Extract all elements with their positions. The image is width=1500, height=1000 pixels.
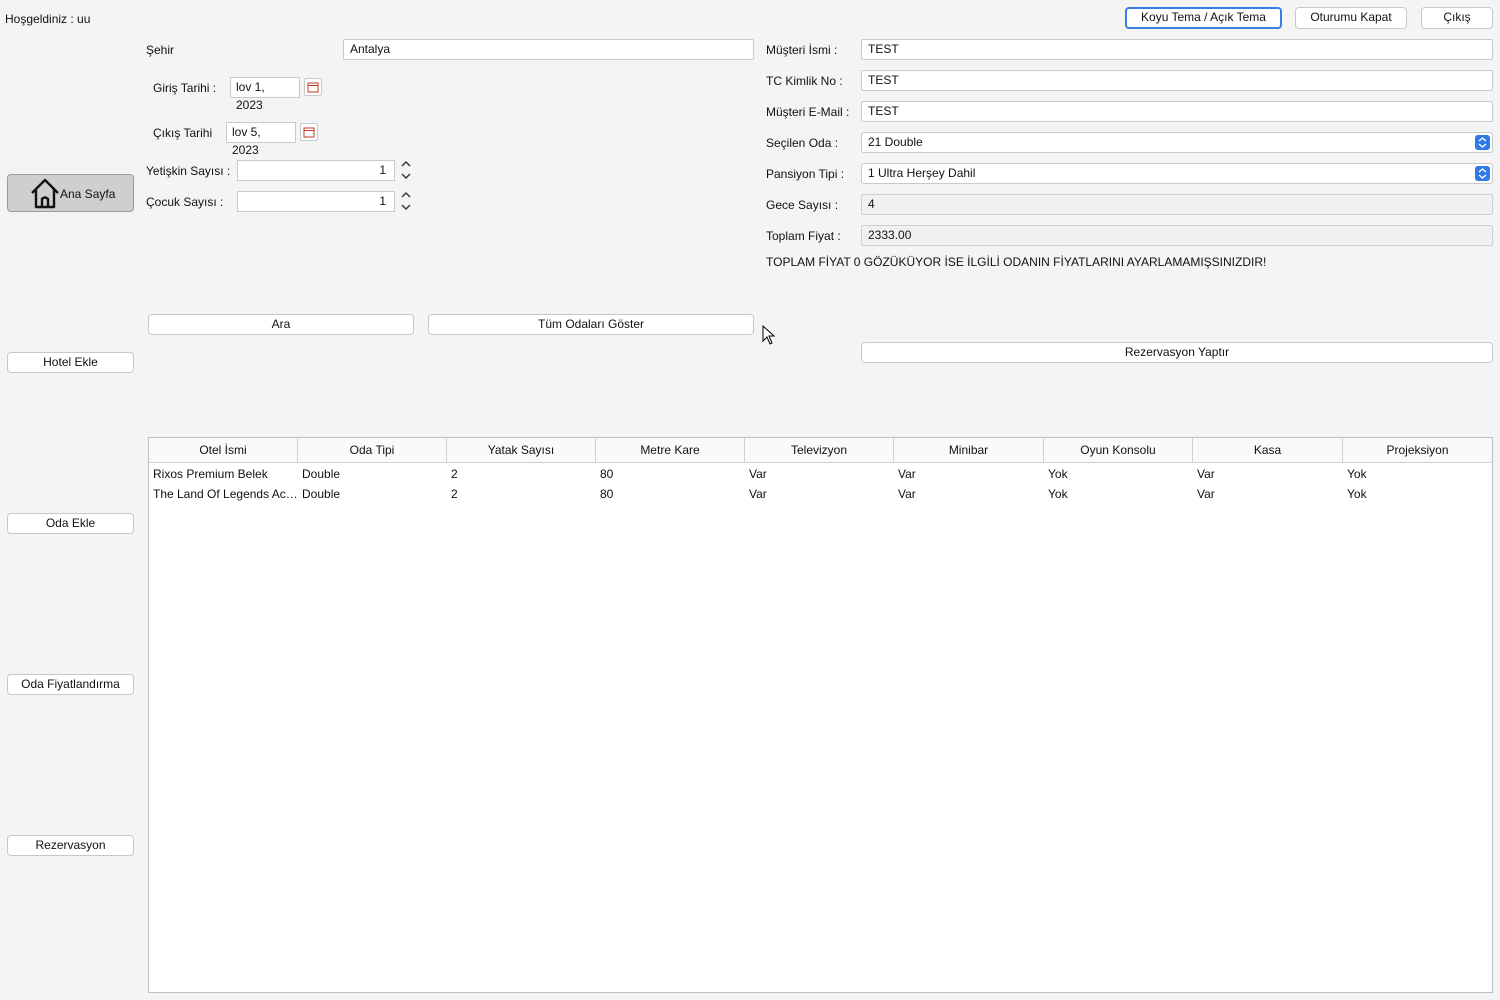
sidebar-item-hotel-ekle[interactable]: Hotel Ekle — [7, 352, 134, 373]
column-header[interactable]: Minibar — [894, 438, 1044, 462]
table-cell: 2 — [451, 467, 458, 481]
nights-label: Gece Sayısı : — [766, 198, 839, 212]
city-label: Şehir — [146, 43, 175, 57]
table-row[interactable]: Rixos Premium Belek Double 2 80 Var Var … — [149, 464, 1492, 484]
table-cell: Var — [749, 487, 767, 501]
table-cell: Yok — [1347, 487, 1367, 501]
table-cell: Var — [898, 487, 916, 501]
board-type-select[interactable]: 1 Ultra Herşey Dahil — [861, 163, 1493, 184]
children-label: Çocuk Sayısı : — [146, 195, 224, 209]
adults-input[interactable]: 1 — [237, 160, 395, 181]
table-header: Otel İsmi Oda Tipi Yatak Sayısı Metre Ka… — [149, 438, 1492, 463]
column-header[interactable]: Yatak Sayısı — [447, 438, 596, 462]
welcome-text: Hoşgeldiniz : uu — [5, 12, 91, 26]
checkout-calendar-button[interactable] — [300, 123, 318, 141]
table-cell: Var — [1197, 467, 1215, 481]
adults-stepper[interactable] — [399, 158, 413, 182]
tc-input[interactable]: TEST — [861, 70, 1493, 91]
children-stepper[interactable] — [399, 189, 413, 213]
table-cell: Yok — [1048, 467, 1068, 481]
board-select-value: 1 Ultra Herşey Dahil — [868, 166, 976, 180]
checkout-date-field[interactable]: lov 5, 2023 — [226, 122, 296, 157]
email-input[interactable]: TEST — [861, 101, 1493, 122]
search-button[interactable]: Ara — [148, 314, 414, 335]
table-cell: Yok — [1347, 467, 1367, 481]
room-label: Seçilen Oda : — [766, 136, 839, 150]
city-input[interactable]: Antalya — [343, 39, 754, 60]
total-label: Toplam Fiyat : — [766, 229, 841, 243]
table-cell: 80 — [600, 467, 614, 481]
table-cell: Var — [749, 467, 767, 481]
logout-button[interactable]: Oturumu Kapat — [1295, 7, 1407, 29]
checkout-label: Çıkış Tarihi — [153, 126, 213, 140]
updown-chevron-icon — [1475, 135, 1490, 150]
column-header[interactable]: Televizyon — [745, 438, 894, 462]
exit-button[interactable]: Çıkış — [1421, 7, 1493, 29]
room-select-value: 21 Double — [868, 135, 923, 149]
updown-chevron-icon — [1475, 166, 1490, 181]
sidebar-item-rezervasyon[interactable]: Rezervasyon — [7, 835, 134, 856]
column-header[interactable]: Oyun Konsolu — [1044, 438, 1193, 462]
checkin-date-field[interactable]: lov 1, 2023 — [230, 77, 300, 112]
column-header[interactable]: Projeksiyon — [1343, 438, 1492, 462]
table-cell: Rixos Premium Belek — [153, 467, 268, 481]
column-header[interactable]: Metre Kare — [596, 438, 745, 462]
total-price-field: 2333.00 — [861, 225, 1493, 246]
sidebar-item-home[interactable]: Ana Sayfa — [7, 174, 134, 212]
make-reservation-button[interactable]: Rezervasyon Yaptır — [861, 342, 1493, 363]
theme-toggle-button[interactable]: Koyu Tema / Açık Tema — [1125, 7, 1282, 29]
table-cell: Var — [1197, 487, 1215, 501]
table-row[interactable]: The Land Of Legends Acc... Double 2 80 V… — [149, 484, 1492, 504]
customer-name-label: Müşteri İsmi : — [766, 43, 838, 57]
table-cell: Double — [302, 467, 341, 481]
calendar-icon — [303, 126, 315, 141]
board-label: Pansiyon Tipi : — [766, 167, 845, 181]
children-input[interactable]: 1 — [237, 191, 395, 212]
customer-name-input[interactable]: TEST — [861, 39, 1493, 60]
table-cell: 2 — [451, 487, 458, 501]
home-icon — [28, 176, 62, 210]
rooms-table[interactable]: Otel İsmi Oda Tipi Yatak Sayısı Metre Ka… — [148, 437, 1493, 993]
checkin-calendar-button[interactable] — [304, 78, 322, 96]
room-select[interactable]: 21 Double — [861, 132, 1493, 153]
price-warning-text: TOPLAM FİYAT 0 GÖZÜKÜYOR İSE İLGİLİ ODAN… — [766, 255, 1267, 269]
table-cell: Yok — [1048, 487, 1068, 501]
show-all-rooms-button[interactable]: Tüm Odaları Göster — [428, 314, 754, 335]
nights-field: 4 — [861, 194, 1493, 215]
sidebar-item-label: Ana Sayfa — [60, 187, 116, 201]
checkin-label: Giriş Tarihi : — [153, 81, 217, 95]
sidebar-item-oda-ekle[interactable]: Oda Ekle — [7, 513, 134, 534]
column-header[interactable]: Kasa — [1193, 438, 1343, 462]
table-cell: The Land Of Legends Acc... — [153, 487, 298, 501]
table-cell: Var — [898, 467, 916, 481]
sidebar-item-oda-fiyatlandirma[interactable]: Oda Fiyatlandırma — [7, 674, 134, 695]
cursor-arrow-icon — [762, 324, 776, 348]
tc-label: TC Kimlik No : — [766, 74, 843, 88]
column-header[interactable]: Otel İsmi — [149, 438, 298, 462]
email-label: Müşteri E-Mail : — [766, 105, 850, 119]
table-cell: 80 — [600, 487, 614, 501]
column-header[interactable]: Oda Tipi — [298, 438, 447, 462]
calendar-icon — [307, 81, 319, 96]
adults-label: Yetişkin Sayısı : — [146, 164, 231, 178]
table-cell: Double — [302, 487, 341, 501]
